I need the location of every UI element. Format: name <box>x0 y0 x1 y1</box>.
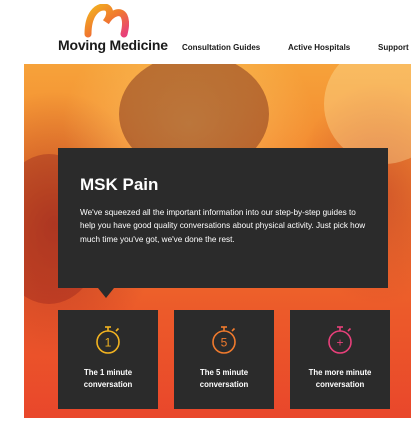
option-card-1-minute[interactable]: 1 The 1 minute conversation <box>58 310 158 409</box>
option-label-1-minute: The 1 minute conversation <box>83 368 133 389</box>
nav-active-hospitals[interactable]: Active Hospitals <box>288 43 350 52</box>
stopwatch-1-digit: 1 <box>105 336 112 350</box>
stopwatch-1-icon: 1 <box>96 326 120 354</box>
intro-description: We've squeezed all the important informa… <box>80 208 366 244</box>
option-label-5-minute: The 5 minute conversation <box>199 368 249 389</box>
option-label-more-minute: The more minute conversation <box>308 368 372 389</box>
panel-pointer <box>98 288 114 298</box>
stopwatch-plus-symbol: + <box>336 336 343 350</box>
site-header: Moving Medicine Consultation Guides Acti… <box>0 0 411 64</box>
nav-support[interactable]: Support <box>378 43 409 52</box>
moving-medicine-logo-icon[interactable] <box>83 4 129 38</box>
option-card-5-minute[interactable]: 5 The 5 minute conversation <box>174 310 274 409</box>
stopwatch-5-digit: 5 <box>221 336 228 350</box>
nav-consultation-guides[interactable]: Consultation Guides <box>182 43 260 52</box>
intro-panel: MSK Pain We've squeezed all the importan… <box>58 148 388 288</box>
stopwatch-plus-icon: + <box>328 326 352 354</box>
page-title: MSK Pain <box>80 175 159 194</box>
option-card-more-minute[interactable]: + The more minute conversation <box>290 310 390 409</box>
brand-name[interactable]: Moving Medicine <box>58 37 168 53</box>
stopwatch-5-icon: 5 <box>212 326 236 354</box>
